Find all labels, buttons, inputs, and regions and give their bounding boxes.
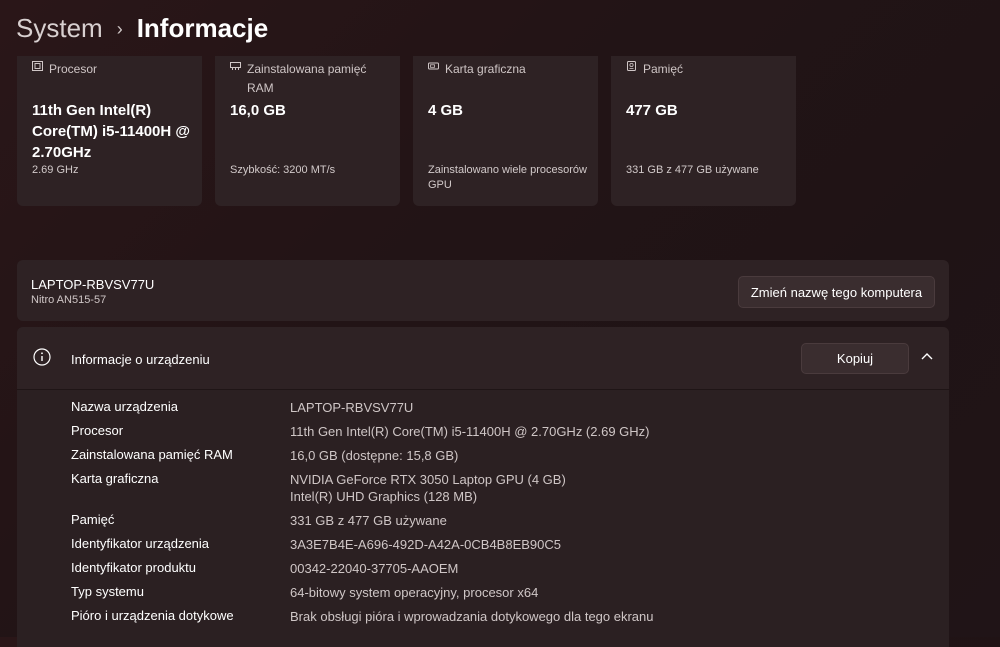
info-value: 64-bitowy system operacyjny, procesor x6…	[290, 585, 539, 600]
info-key: Karta graficzna	[71, 471, 159, 486]
info-value: Brak obsługi pióra i wprowadzania dotyko…	[290, 609, 654, 624]
spec-detail: 2.69 GHz	[32, 164, 79, 176]
computer-model: Nitro AN515-57	[31, 294, 107, 306]
rename-pc-button[interactable]: Zmień nazwę tego komputera	[738, 276, 935, 308]
spec-detail: Szybkość: 3200 MT/s	[230, 164, 336, 176]
info-value: 331 GB z 477 GB używane	[290, 513, 447, 528]
spec-card-storage: Pamięć 477 GB 331 GB z 477 GB używane	[611, 56, 796, 206]
spec-value: 16,0 GB	[230, 102, 286, 119]
info-value: NVIDIA GeForce RTX 3050 Laptop GPU (4 GB…	[290, 472, 566, 504]
info-key: Identyfikator produktu	[71, 560, 197, 575]
info-icon	[33, 348, 51, 366]
info-key: Zainstalowana pamięć RAM	[71, 447, 233, 462]
spec-card-ram: Zainstalowana pamięć RAM 16,0 GB Szybkoś…	[215, 56, 400, 206]
computer-name: LAPTOP-RBVSV77U	[31, 277, 155, 292]
spec-label: Karta graficzna	[445, 62, 526, 76]
spec-label: Pamięć	[643, 62, 684, 76]
spec-label: Zainstalowana pamięć RAM	[247, 62, 367, 95]
processor-icon	[32, 61, 43, 71]
spec-detail: Zainstalowano wiele procesorów GPU	[428, 164, 587, 191]
graphics-card-icon	[428, 62, 439, 70]
computer-name-card: LAPTOP-RBVSV77U Nitro AN515-57 Zmień naz…	[17, 260, 949, 321]
info-key: Identyfikator urządzenia	[71, 536, 210, 551]
chevron-up-icon[interactable]	[920, 351, 934, 361]
info-value: 16,0 GB (dostępne: 15,8 GB)	[290, 448, 459, 463]
page-title: Informacje	[136, 12, 269, 43]
spec-value: 11th Gen Intel(R) Core(TM) i5-11400H @ 2…	[32, 102, 191, 161]
spec-value: 4 GB	[428, 102, 464, 119]
copy-button[interactable]: Kopiuj	[801, 343, 909, 374]
device-info-header[interactable]: Informacje o urządzeniu Kopiuj	[17, 327, 949, 390]
info-key: Pióro i urządzenia dotykowe	[71, 608, 234, 623]
spec-card-graphics: Karta graficzna 4 GB Zainstalowano wiele…	[413, 56, 598, 206]
info-value: LAPTOP-RBVSV77U	[290, 400, 414, 415]
chevron-right-icon: ›	[116, 18, 123, 39]
info-key: Procesor	[71, 423, 124, 438]
ram-icon	[230, 62, 241, 70]
breadcrumb-system[interactable]: System	[16, 13, 103, 44]
info-value: 11th Gen Intel(R) Core(TM) i5-11400H @ 2…	[290, 424, 650, 439]
spec-detail: 331 GB z 477 GB używane	[626, 164, 759, 176]
info-value: 3A3E7B4E-A696-492D-A42A-0CB4B8EB90C5	[290, 537, 562, 552]
info-key: Typ systemu	[71, 584, 144, 599]
device-info-title: Informacje o urządzeniu	[71, 352, 210, 367]
spec-label: Procesor	[49, 62, 98, 76]
spec-card-processor: Procesor 11th Gen Intel(R) Core(TM) i5-1…	[17, 56, 202, 206]
info-key: Nazwa urządzenia	[71, 399, 178, 414]
info-value: 00342-22040-37705-AAOEM	[290, 561, 459, 576]
breadcrumb: System › Informacje	[16, 10, 268, 46]
device-info-section: Informacje o urządzeniu Kopiuj Nazwa urz…	[17, 327, 949, 647]
info-key: Pamięć	[71, 512, 115, 527]
storage-icon	[627, 61, 636, 71]
spec-value: 477 GB	[626, 102, 678, 119]
